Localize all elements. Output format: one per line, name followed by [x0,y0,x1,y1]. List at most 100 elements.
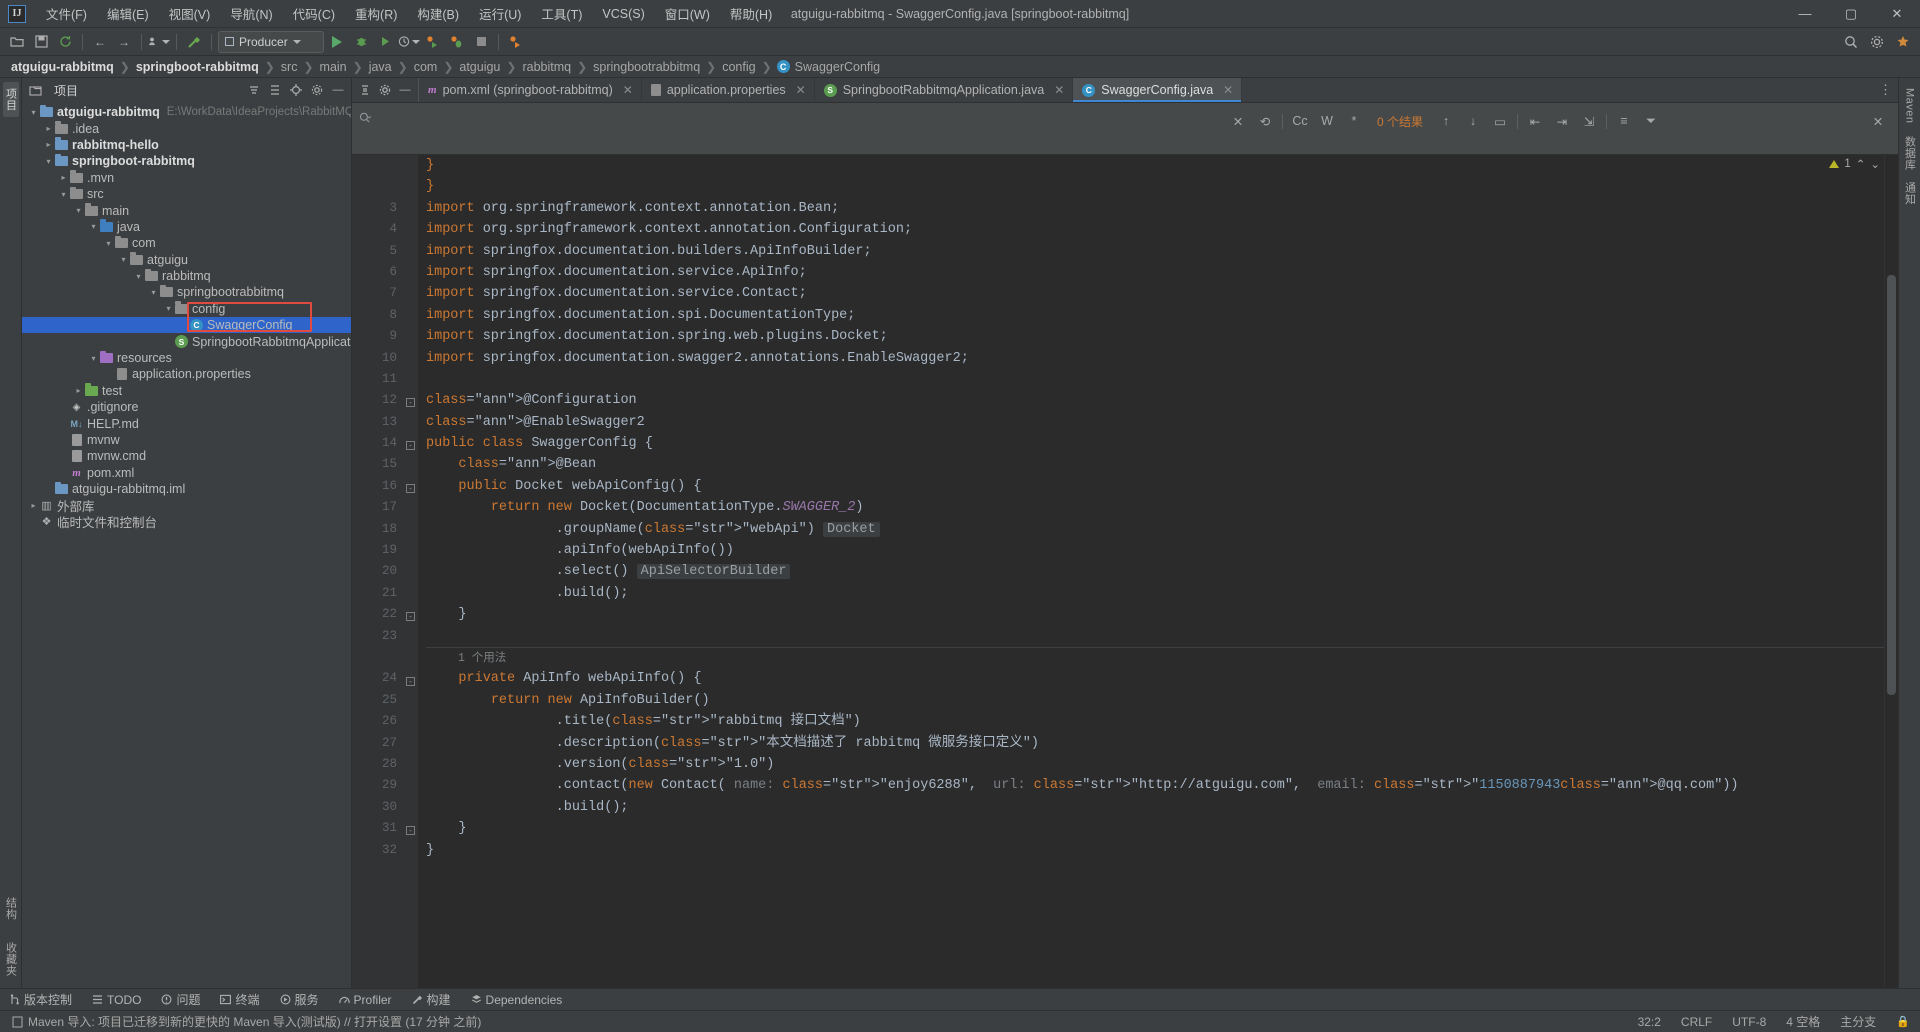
menu-view[interactable]: 视图(V) [159,0,221,27]
expand-arrow-icon[interactable]: ▾ [88,354,99,363]
maximize-button[interactable]: ▢ [1828,0,1874,28]
tree-node-main[interactable]: ▾ main [22,202,351,218]
code-line[interactable]: .title(class="str">"rabbitmq 接口文档") [426,711,1884,732]
close-icon[interactable]: ✕ [623,83,633,97]
search-input[interactable] [380,110,1228,125]
breadcrumb-item-6[interactable]: atguigu [458,60,501,74]
code-fold-toggle[interactable]: - [406,676,415,686]
source-code[interactable]: }} import org.springframework.context.ann… [418,155,1884,988]
code-fold-toggle[interactable]: - [406,612,415,622]
rail-item-project[interactable]: 项目 [2,82,19,117]
line-number[interactable]: 12 [352,390,404,411]
expand-arrow-icon[interactable]: ▾ [163,304,174,313]
search-everywhere-icon[interactable] [1840,31,1862,53]
line-number[interactable]: 26 [352,711,404,732]
collapse-all-icon[interactable] [245,81,263,99]
line-separator[interactable]: CRLF [1679,1015,1714,1029]
caret-position[interactable]: 32:2 [1636,1015,1663,1029]
breadcrumb-item-0[interactable]: atguigu-rabbitmq [10,60,115,74]
tw-problems[interactable]: 问题 [158,990,203,1009]
breadcrumb-item-2[interactable]: src [280,60,299,74]
tree-node-resources[interactable]: ▾ resources [22,350,351,366]
menu-vcs[interactable]: VCS(S) [592,3,654,25]
stop-icon[interactable] [470,31,492,53]
breadcrumb-item-3[interactable]: main [319,60,348,74]
usage-hint[interactable]: 1 个用法 [426,646,1884,668]
tree-node-atguigu-rabbitmq-iml[interactable]: atguigu-rabbitmq.iml [22,481,351,497]
filter-icon[interactable]: ⏷ [1641,111,1661,131]
tree-node-com[interactable]: ▾ com [22,235,351,251]
tree-node-mvnw-cmd[interactable]: mvnw.cmd [22,448,351,464]
expand-arrow-icon[interactable]: ▾ [103,239,114,248]
prev-match-icon[interactable]: ↑ [1436,111,1456,131]
debug-icon[interactable] [350,31,372,53]
expand-arrow-icon[interactable]: ▾ [28,108,39,117]
code-fold-toggle[interactable]: - [406,398,415,408]
code-line[interactable]: .build(); [426,797,1884,818]
hide-panel-icon[interactable]: — [329,81,347,99]
line-number[interactable]: 25 [352,690,404,711]
sync-icon[interactable] [54,31,76,53]
tree-node-pom-xml[interactable]: m pom.xml [22,465,351,481]
line-number[interactable]: 19 [352,540,404,561]
close-icon[interactable]: ✕ [1223,83,1233,97]
line-number[interactable]: 29 [352,775,404,796]
tree-node-springbootrabbitmq[interactable]: ▾ springbootrabbitmq [22,284,351,300]
restore-icon[interactable]: ⟲ [1255,111,1275,131]
minimize-button[interactable]: — [1782,0,1828,28]
hide-editor-icon[interactable]: — [396,81,414,99]
code-line[interactable]: .build(); [426,583,1884,604]
menu-tools[interactable]: 工具(T) [531,0,592,27]
line-number[interactable]: 32 [352,840,404,861]
code-line[interactable]: return new ApiInfoBuilder() [426,690,1884,711]
run-button[interactable] [326,31,348,53]
file-encoding[interactable]: UTF-8 [1730,1015,1768,1029]
expand-arrow-icon[interactable]: ▸ [73,386,84,395]
code-line[interactable]: .groupName(class="str">"webApi") Docket [426,519,1884,540]
expand-arrow-icon[interactable]: ▾ [43,157,54,166]
code-editor[interactable]: 3 4 5 6 7 8 9 10 11 12 13 14 15 16 17 18 19 20 21 22 23 24 25 2… [352,155,1898,988]
select-all-occurrences-icon[interactable]: ▭ [1490,111,1510,131]
code-line[interactable]: public Docket webApiConfig() { [426,476,1884,497]
breadcrumb-item-8[interactable]: springbootrabbitmq [592,60,701,74]
code-line[interactable]: } [426,818,1884,839]
tree-node-application-properties[interactable]: application.properties [22,366,351,382]
tree-node-mvnw[interactable]: mvnw [22,432,351,448]
code-line[interactable]: .version(class="str">"1.0") [426,754,1884,775]
add-line-icon[interactable]: ⇥ [1552,111,1572,131]
tab-swagger-config[interactable]: C SwaggerConfig.java ✕ [1073,78,1243,102]
code-fold-toggle[interactable]: - [406,826,415,836]
menu-navigate[interactable]: 导航(N) [220,0,282,27]
code-line[interactable] [426,369,1884,390]
expand-icon[interactable] [266,81,284,99]
code-fold-toggle[interactable]: - [406,441,415,451]
close-icon[interactable]: ✕ [796,83,806,97]
expand-arrow-icon[interactable]: ▸ [28,501,39,510]
tw-terminal[interactable]: 终端 [217,990,262,1009]
close-icon[interactable]: ✕ [1228,111,1248,131]
profile-icon[interactable] [148,31,170,53]
regex-toggle[interactable]: * [1344,111,1364,131]
tree-node--idea[interactable]: ▸ .idea [22,120,351,136]
code-line[interactable]: class="ann">@Bean [426,454,1884,475]
status-message[interactable]: Maven 导入: 项目已迁移到新的更快的 Maven 导入(测试版) // 打… [26,1013,483,1030]
code-line[interactable]: import springfox.documentation.spring.we… [426,326,1884,347]
inspection-prev-icon[interactable]: ⌃ [1856,157,1866,171]
line-number[interactable]: 20 [352,561,404,582]
menu-file[interactable]: 文件(F) [36,0,97,27]
line-number[interactable]: 11 [352,369,404,390]
expand-arrow-icon[interactable]: ▸ [58,173,69,182]
tree-node-java[interactable]: ▾ java [22,219,351,235]
expand-arrow-icon[interactable]: ▾ [88,222,99,231]
breadcrumb-item-10[interactable]: SwaggerConfig [794,60,881,74]
tree-node-swaggerconfig[interactable]: C SwaggerConfig [22,317,351,334]
back-icon[interactable]: ← [89,31,111,53]
line-number[interactable]: 5 [352,241,404,262]
rail-item-notifications[interactable]: 通知 [1902,176,1918,211]
run-with-coverage-icon[interactable] [374,31,396,53]
code-line[interactable]: class="ann">@EnableSwagger2 [426,412,1884,433]
toggle-lines-icon[interactable]: ≡ [1614,111,1634,131]
tree-node--mvn[interactable]: ▸ .mvn [22,170,351,186]
line-number[interactable]: 28 [352,754,404,775]
code-line[interactable]: import springfox.documentation.builders.… [426,241,1884,262]
